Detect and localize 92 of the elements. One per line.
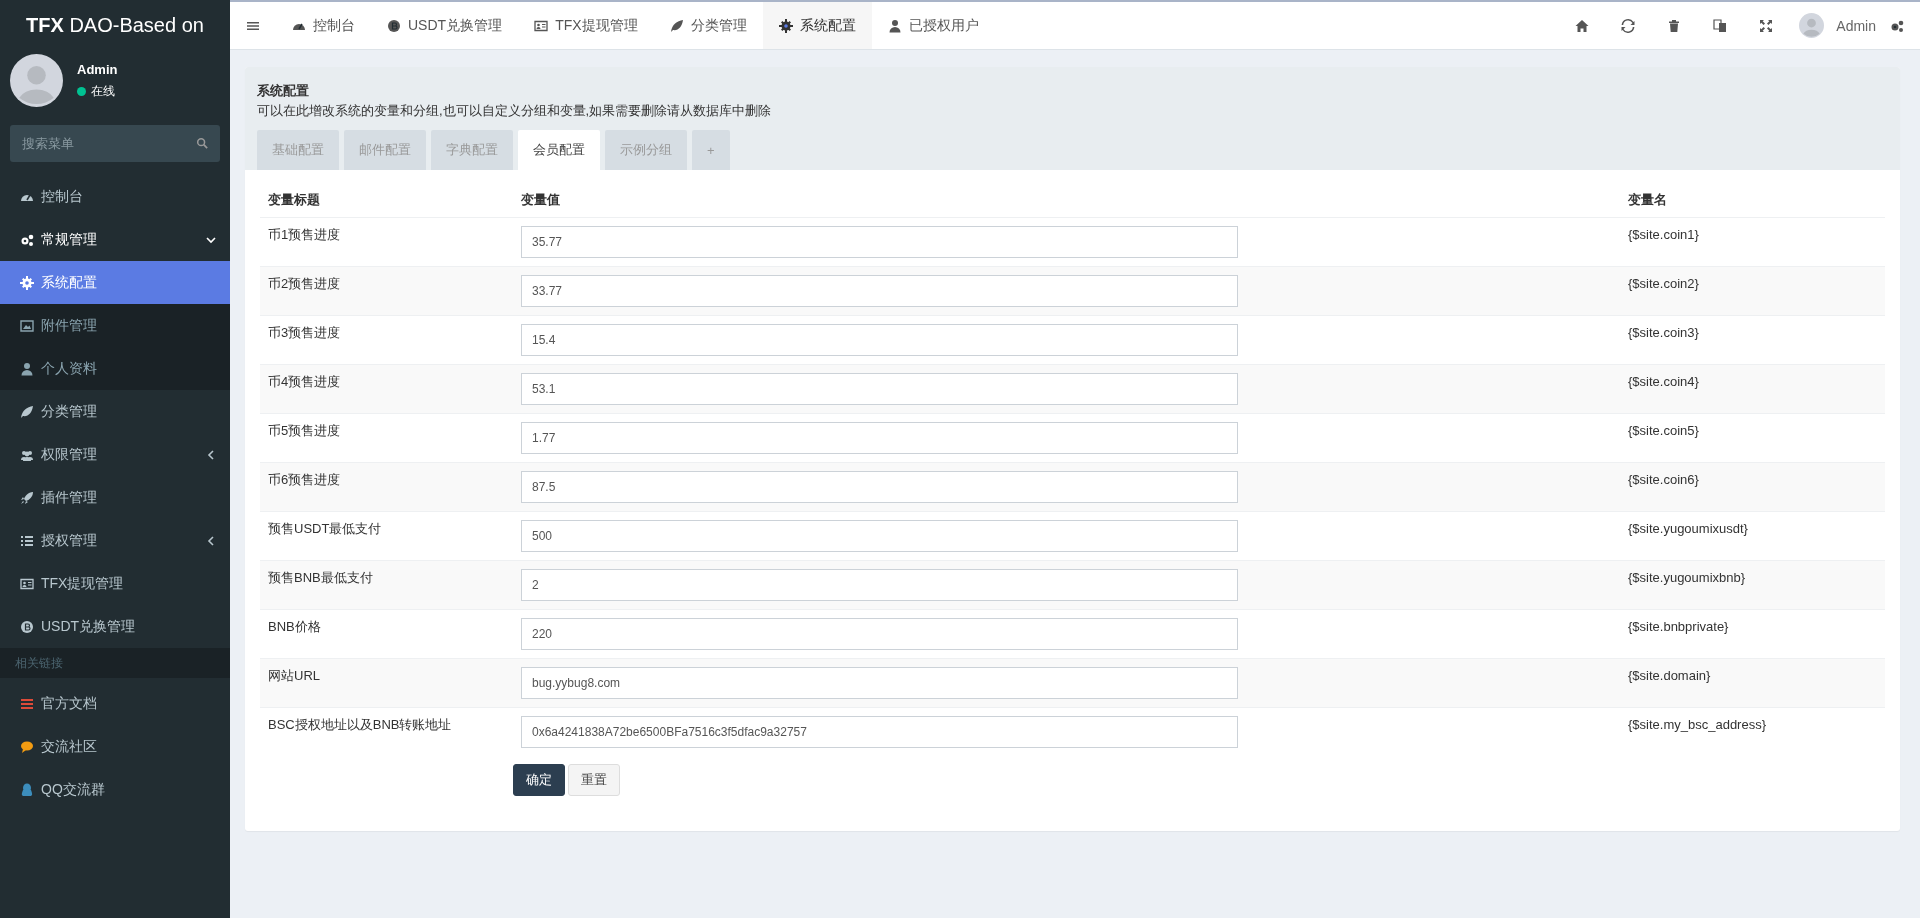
nav-tab[interactable]: 已授权用户 bbox=[871, 2, 995, 49]
sidebar-item[interactable]: 权限管理 bbox=[0, 433, 230, 476]
sidebar-item[interactable]: TFX提现管理 bbox=[0, 562, 230, 605]
panel-description: 可以在此增改系统的变量和分组,也可以自定义分组和变量,如果需要删除请从数据库中删除 bbox=[257, 102, 773, 120]
value-field[interactable]: 2 bbox=[521, 569, 1238, 601]
sidebar-item[interactable]: 插件管理 bbox=[0, 476, 230, 519]
gear-icon bbox=[20, 275, 34, 290]
value-field[interactable]: 1.77 bbox=[521, 422, 1238, 454]
variable-name: {$site.coin5} bbox=[1628, 423, 1699, 438]
value-field[interactable]: 220 bbox=[521, 618, 1238, 650]
sidebar-item[interactable]: USDT兑换管理 bbox=[0, 605, 230, 648]
avatar-icon bbox=[1799, 13, 1825, 38]
coin-icon bbox=[387, 18, 401, 33]
rocket-icon bbox=[20, 490, 34, 505]
variable-name: {$site.my_bsc_address} bbox=[1628, 717, 1767, 732]
panel-title: 系统配置 bbox=[257, 82, 310, 100]
user-menu[interactable]: Admin bbox=[1789, 2, 1886, 49]
leaf-icon bbox=[20, 404, 34, 419]
chat-bubble-icon bbox=[20, 739, 34, 754]
variable-title: 币3预售进度 bbox=[268, 325, 341, 340]
nav-tab[interactable]: 控制台 bbox=[276, 2, 371, 49]
id-card-icon bbox=[20, 576, 34, 591]
sidebar-item[interactable]: 系统配置 bbox=[0, 261, 230, 304]
image-icon bbox=[20, 318, 34, 333]
variable-name: {$site.coin3} bbox=[1628, 325, 1699, 340]
variable-name: {$site.coin2} bbox=[1628, 276, 1699, 291]
column-header: 变量标题 bbox=[268, 192, 320, 207]
variable-title: 币4预售进度 bbox=[268, 374, 341, 389]
user-icon bbox=[20, 361, 34, 376]
variable-title: 网站URL bbox=[268, 668, 320, 683]
variable-name: {$site.yugoumixbnb} bbox=[1628, 570, 1746, 585]
value-field[interactable]: 87.5 bbox=[521, 471, 1238, 503]
user-name: Admin bbox=[77, 61, 118, 77]
value-field[interactable]: 35.77 bbox=[521, 226, 1238, 258]
variable-title: BNB价格 bbox=[268, 619, 321, 634]
fullscreen-icon[interactable] bbox=[1759, 18, 1774, 33]
variable-name: {$site.coin6} bbox=[1628, 472, 1699, 487]
refresh-icon[interactable] bbox=[1621, 18, 1636, 33]
gears-icon bbox=[20, 232, 34, 247]
coin-icon bbox=[20, 619, 34, 634]
gear-icon bbox=[778, 18, 793, 33]
variable-name: {$site.yugoumixusdt} bbox=[1628, 521, 1748, 536]
variable-title: 预售BNB最低支付 bbox=[268, 570, 373, 585]
gears-icon[interactable] bbox=[1890, 18, 1904, 33]
value-field[interactable]: bug.yybug8.com bbox=[521, 667, 1238, 699]
leaf-icon bbox=[669, 18, 684, 33]
value-field[interactable]: 53.1 bbox=[521, 373, 1238, 405]
sidebar-item[interactable]: 常规管理 bbox=[0, 218, 230, 261]
search-icon bbox=[196, 137, 208, 149]
nav-tab[interactable]: 系统配置 bbox=[762, 2, 872, 49]
variable-name: {$site.bnbprivate} bbox=[1628, 619, 1729, 634]
avatar-icon bbox=[10, 54, 63, 107]
value-field[interactable]: 15.4 bbox=[521, 324, 1238, 356]
config-tab[interactable]: 会员配置 bbox=[518, 130, 600, 170]
variable-title: BSC授权地址以及BNB转账地址 bbox=[268, 717, 452, 732]
variable-name: {$site.coin4} bbox=[1628, 374, 1699, 389]
nav-tab[interactable]: USDT兑换管理 bbox=[371, 2, 519, 49]
column-header: 变量名 bbox=[1628, 192, 1667, 207]
app-logo: TFX DAO-Based on bbox=[25, 12, 205, 38]
sidebar-section-header: 相关链接 bbox=[0, 648, 230, 678]
variable-title: 币6预售进度 bbox=[268, 472, 341, 487]
reset-button[interactable]: 重置 bbox=[568, 764, 620, 796]
nav-tab[interactable]: 分类管理 bbox=[653, 2, 763, 49]
variable-name: {$site.domain} bbox=[1628, 668, 1711, 683]
sidebar-link[interactable]: 官方文档 bbox=[0, 682, 230, 725]
sidebar-item[interactable]: 授权管理 bbox=[0, 519, 230, 562]
list-icon bbox=[20, 533, 34, 548]
sidebar-item[interactable]: 附件管理 bbox=[0, 304, 230, 347]
sidebar-link[interactable]: 交流社区 bbox=[0, 725, 230, 768]
id-card-icon bbox=[534, 18, 549, 33]
user-icon bbox=[887, 18, 902, 33]
sidebar-item[interactable]: 个人资料 bbox=[0, 347, 230, 390]
nav-tab[interactable]: TFX提现管理 bbox=[518, 2, 654, 49]
value-field[interactable]: 0x6a4241838A72be6500BFa7516c3f5dfac9a32757 bbox=[521, 716, 1238, 748]
sidebar-item[interactable]: 控制台 bbox=[0, 175, 230, 218]
value-field[interactable]: 500 bbox=[521, 520, 1238, 552]
list-icon bbox=[20, 696, 34, 711]
variable-title: 预售USDT最低支付 bbox=[268, 521, 382, 536]
home-icon[interactable] bbox=[1575, 18, 1590, 33]
value-field[interactable]: 33.77 bbox=[521, 275, 1238, 307]
penguin-icon bbox=[20, 782, 34, 797]
variable-title: 币1预售进度 bbox=[268, 227, 341, 242]
sidebar-item[interactable]: 分类管理 bbox=[0, 390, 230, 433]
variable-title: 币5预售进度 bbox=[268, 423, 341, 438]
trash-icon[interactable] bbox=[1667, 18, 1682, 33]
column-header: 变量值 bbox=[521, 192, 560, 207]
search-field[interactable]: 搜索菜单 bbox=[10, 125, 220, 162]
variable-name: {$site.coin1} bbox=[1628, 227, 1699, 242]
submit-button[interactable]: 确定 bbox=[513, 764, 565, 796]
sidebar-link[interactable]: QQ交流群 bbox=[0, 768, 230, 811]
variable-title: 币2预售进度 bbox=[268, 276, 341, 291]
online-status: 在线 bbox=[77, 82, 118, 100]
